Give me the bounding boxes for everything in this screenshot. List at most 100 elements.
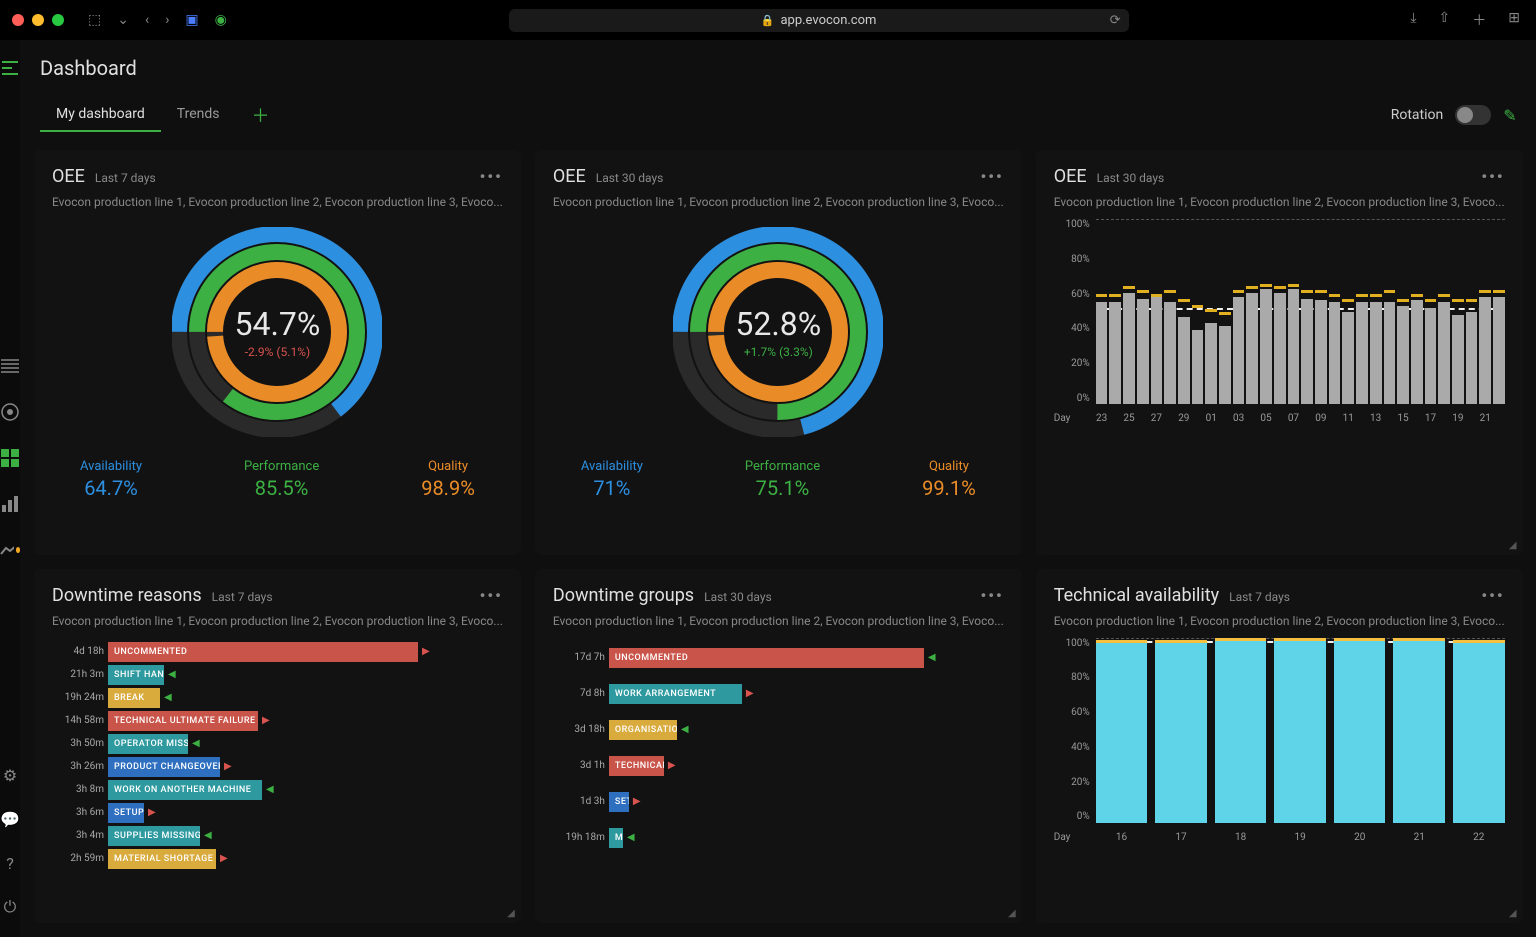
trend-down-icon: ◀ (681, 724, 689, 735)
card-menu-button[interactable]: ••• (981, 167, 1004, 186)
card-menu-button[interactable]: ••• (1481, 167, 1504, 186)
downtime-row: 4d 18hUNCOMMENTED▶ (52, 642, 503, 662)
nav-trends-icon[interactable] (0, 540, 20, 560)
resize-handle-icon[interactable]: ◢ (1509, 908, 1517, 919)
nav-dashboard-icon[interactable] (0, 448, 20, 468)
downtime-row: 3h 8mWORK ON ANOTHER MACHINE◀ (52, 780, 503, 800)
nav-power-icon[interactable]: ⏻ (0, 897, 20, 917)
downtime-duration: 3d 1h (553, 760, 605, 771)
sidebar-toggle-icon[interactable]: ⬚ (84, 12, 105, 28)
x-axis-label: Day (1054, 832, 1071, 843)
downtime-bar: WORK ON ANOTHER MACHINE (108, 780, 262, 800)
tab-overview-icon[interactable]: ⊞ (1504, 10, 1524, 30)
rotation-toggle[interactable] (1455, 105, 1491, 125)
kpi-quality-value: 98.9% (421, 476, 475, 500)
downtime-row: 3h 50mOPERATOR MISSING◀ (52, 734, 503, 754)
close-window-button[interactable] (12, 14, 24, 26)
page-title: Dashboard (40, 56, 1517, 80)
refresh-icon[interactable]: ⟳ (1110, 13, 1121, 28)
card-desc: Evocon production line 1, Evocon product… (52, 614, 503, 628)
card-menu-button[interactable]: ••• (1481, 586, 1504, 605)
oee-donut-30: 52.8% +1.7% (3.3%) (673, 227, 883, 437)
downtime-duration: 3h 8m (52, 784, 104, 795)
bar-column (1397, 299, 1409, 404)
card-subtitle: Last 30 days (704, 590, 772, 604)
bar-column (1274, 286, 1286, 404)
fullscreen-window-button[interactable] (52, 14, 64, 26)
nav-help-icon[interactable]: ? (0, 853, 20, 873)
oee-value: 54.7% (235, 305, 321, 343)
nav-list-icon[interactable] (0, 356, 20, 376)
app-sidebar: ⚙ 💬 ? ⏻ (0, 40, 20, 937)
card-subtitle: Last 7 days (1229, 590, 1290, 604)
resize-handle-icon[interactable]: ◢ (507, 908, 515, 919)
card-menu-button[interactable]: ••• (480, 167, 503, 186)
bar-column (1438, 294, 1450, 404)
edit-dashboard-icon[interactable]: ✎ (1503, 106, 1516, 125)
kpi-availability-label: Availability (80, 459, 142, 474)
brand-logo[interactable] (0, 60, 20, 76)
bar-column (1329, 294, 1341, 404)
back-button[interactable]: ‹ (141, 12, 153, 28)
tab-favicon-1[interactable]: ▣ (181, 12, 202, 28)
kpi-availability-value: 71% (581, 476, 643, 500)
nav-settings-icon[interactable]: ⚙ (0, 765, 20, 785)
kpi-quality-label: Quality (421, 459, 475, 474)
tab-trends[interactable]: Trends (161, 98, 236, 132)
bar-column (1411, 294, 1423, 404)
card-menu-button[interactable]: ••• (981, 586, 1004, 605)
card-title: Technical availability (1054, 585, 1219, 606)
download-icon[interactable]: ⤓ (1406, 10, 1420, 30)
card-desc: Evocon production line 1, Evocon product… (1054, 195, 1505, 209)
nav-reports-icon[interactable] (0, 494, 20, 514)
oee-donut-7: 54.7% -2.9% (5.1%) (172, 227, 382, 437)
downtime-bar: SUPPLIES MISSING (108, 826, 200, 846)
bar-column (1452, 299, 1464, 404)
kpi-availability-value: 64.7% (80, 476, 142, 500)
card-title: OEE (1054, 166, 1087, 187)
downtime-bar: TECHNICAL (609, 756, 664, 776)
x-axis-label: Day (1054, 413, 1071, 424)
share-icon[interactable]: ⇧ (1435, 10, 1455, 30)
trend-down-icon: ◀ (192, 738, 200, 749)
downtime-row: 14h 58mTECHNICAL ULTIMATE FAILURE▶ (52, 711, 503, 731)
bar-column (1096, 294, 1108, 404)
bar-column (1178, 299, 1190, 404)
trend-down-icon: ◀ (164, 692, 172, 703)
card-subtitle: Last 30 days (596, 171, 664, 185)
downtime-duration: 17d 7h (553, 652, 605, 663)
resize-handle-icon[interactable]: ◢ (1509, 540, 1517, 551)
rotation-label: Rotation (1391, 107, 1444, 123)
kpi-availability-label: Availability (581, 459, 643, 474)
tab-my-dashboard[interactable]: My dashboard (40, 98, 161, 132)
minimize-window-button[interactable] (32, 14, 44, 26)
kpi-performance-value: 85.5% (244, 476, 319, 500)
bar-column (1192, 305, 1204, 404)
new-tab-icon[interactable]: ＋ (1468, 10, 1490, 30)
card-menu-button[interactable]: ••• (480, 586, 503, 605)
card-desc: Evocon production line 1, Evocon product… (1054, 614, 1505, 628)
nav-record-icon[interactable] (0, 402, 20, 422)
bar-column (1370, 294, 1382, 404)
card-title: Downtime groups (553, 585, 694, 606)
downtime-bar: SETUP (108, 803, 144, 823)
oee-delta: +1.7% (3.3%) (735, 345, 821, 359)
nav-chat-icon[interactable]: 💬 (0, 809, 20, 829)
card-subtitle: Last 7 days (95, 171, 156, 185)
downtime-bar: MATERIAL SHORTAGE (108, 849, 216, 869)
kpi-performance-label: Performance (745, 459, 820, 474)
tab-favicon-2[interactable]: ◉ (211, 12, 231, 28)
downtime-bar: MAINTENANCE (609, 828, 623, 848)
downtime-bar: WORK ARRANGEMENT (609, 684, 742, 704)
browser-chrome: ⬚ ⌄ ‹ › ▣ ◉ ◐ 🔒 app.evocon.com ⟳ ⤓ ⇧ ＋ ⊞ (0, 0, 1536, 40)
resize-handle-icon[interactable]: ◢ (1008, 908, 1016, 919)
address-field[interactable]: 🔒 app.evocon.com ⟳ (509, 9, 1129, 32)
add-tab-button[interactable]: ＋ (235, 94, 285, 136)
bar-column (1215, 638, 1267, 822)
card-title: Downtime reasons (52, 585, 202, 606)
forward-button[interactable]: › (161, 12, 173, 28)
dropdown-chevron-icon[interactable]: ⌄ (113, 12, 133, 28)
downtime-duration: 1d 3h (553, 796, 605, 807)
downtime-duration: 3h 6m (52, 807, 104, 818)
bar-column (1155, 640, 1207, 822)
